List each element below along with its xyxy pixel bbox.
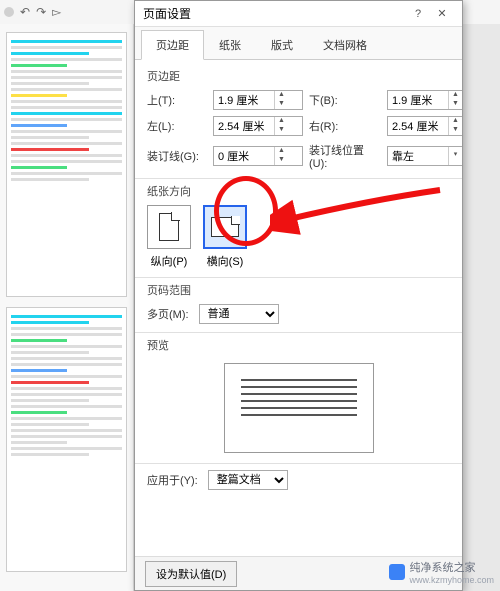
spin-up-icon[interactable]: ▲ xyxy=(275,91,288,100)
margins-heading: 页边距 xyxy=(147,68,450,84)
portrait-icon xyxy=(147,205,191,249)
orientation-section: 纸张方向 纵向(P) 横向(S) xyxy=(147,183,450,269)
watermark-text: 纯净系统之家 xyxy=(409,559,494,575)
dialog-title: 页面设置 xyxy=(143,5,406,22)
top-input[interactable]: ▲▼ xyxy=(213,90,303,110)
multi-label: 多页(M): xyxy=(147,306,189,322)
multi-select[interactable]: 普通 xyxy=(199,304,279,324)
pages-section: 页码范围 多页(M): 普通 xyxy=(147,282,450,324)
bottom-label: 下(B): xyxy=(309,92,381,108)
dialog-tabs: 页边距 纸张 版式 文档网格 xyxy=(135,27,462,60)
spin-up-icon[interactable]: ▲ xyxy=(275,147,288,156)
page-setup-dialog: 页面设置 ? ✕ 页边距 纸张 版式 文档网格 页边距 上(T): ▲▼ 下(B… xyxy=(134,0,463,591)
dialog-body: 页边距 上(T): ▲▼ 下(B): ▲▼ 左(L): ▲▼ 右(R): ▲▼ … xyxy=(135,60,462,564)
spin-up-icon[interactable]: ▲ xyxy=(275,117,288,126)
preview-page xyxy=(224,363,374,453)
orientation-heading: 纸张方向 xyxy=(147,183,450,199)
right-input[interactable]: ▲▼ xyxy=(387,116,462,136)
gutter-label: 装订线(G): xyxy=(147,148,207,164)
thumbnail-panel xyxy=(0,24,134,591)
tab-paper[interactable]: 纸张 xyxy=(204,30,256,59)
watermark-url: www.kzmyhome.com xyxy=(409,575,494,585)
preview-heading: 预览 xyxy=(147,337,450,353)
close-button[interactable]: ✕ xyxy=(430,7,454,20)
apply-select[interactable]: 整篇文档 xyxy=(208,470,288,490)
right-label: 右(R): xyxy=(309,118,381,134)
spin-down-icon[interactable]: ▼ xyxy=(449,100,462,109)
set-default-button[interactable]: 设为默认值(D) xyxy=(145,561,237,587)
spin-down-icon[interactable]: ▼ xyxy=(275,126,288,135)
orientation-portrait[interactable]: 纵向(P) xyxy=(147,205,191,269)
preview-section: 预览 xyxy=(147,337,450,453)
landscape-icon xyxy=(203,205,247,249)
margins-section: 页边距 上(T): ▲▼ 下(B): ▲▼ 左(L): ▲▼ 右(R): ▲▼ … xyxy=(147,68,450,170)
watermark: 纯净系统之家 www.kzmyhome.com xyxy=(389,559,494,585)
page-thumbnail[interactable] xyxy=(6,307,127,572)
left-label: 左(L): xyxy=(147,118,207,134)
top-label: 上(T): xyxy=(147,92,207,108)
cursor-icon[interactable]: ▻ xyxy=(52,5,61,19)
spin-down-icon[interactable]: ▼ xyxy=(275,100,288,109)
apply-label: 应用于(Y): xyxy=(147,472,198,488)
ribbon-dot xyxy=(4,7,14,17)
tab-grid[interactable]: 文档网格 xyxy=(308,30,382,59)
undo-icon[interactable]: ↶ xyxy=(20,5,30,19)
tab-margins[interactable]: 页边距 xyxy=(141,30,204,60)
orientation-landscape[interactable]: 横向(S) xyxy=(203,205,247,269)
watermark-icon xyxy=(389,564,405,580)
spin-up-icon[interactable]: ▲ xyxy=(449,91,462,100)
gutter-input[interactable]: ▲▼ xyxy=(213,146,303,166)
page-thumbnail[interactable] xyxy=(6,32,127,297)
left-input[interactable]: ▲▼ xyxy=(213,116,303,136)
bottom-input[interactable]: ▲▼ xyxy=(387,90,462,110)
spin-down-icon[interactable]: ▼ xyxy=(275,156,288,165)
apply-row: 应用于(Y): 整篇文档 xyxy=(147,470,450,490)
pages-heading: 页码范围 xyxy=(147,282,450,298)
tab-layout[interactable]: 版式 xyxy=(256,30,308,59)
spin-up-icon[interactable]: ▲ xyxy=(449,117,462,126)
spin-down-icon[interactable]: ▼ xyxy=(449,126,462,135)
gutter-pos-select[interactable]: ▾ xyxy=(387,146,462,166)
dialog-titlebar: 页面设置 ? ✕ xyxy=(135,1,462,27)
redo-icon[interactable]: ↷ xyxy=(36,5,46,19)
help-button[interactable]: ? xyxy=(406,8,430,20)
dropdown-icon[interactable]: ▾ xyxy=(449,147,462,165)
gutter-pos-label: 装订线位置(U): xyxy=(309,142,381,170)
